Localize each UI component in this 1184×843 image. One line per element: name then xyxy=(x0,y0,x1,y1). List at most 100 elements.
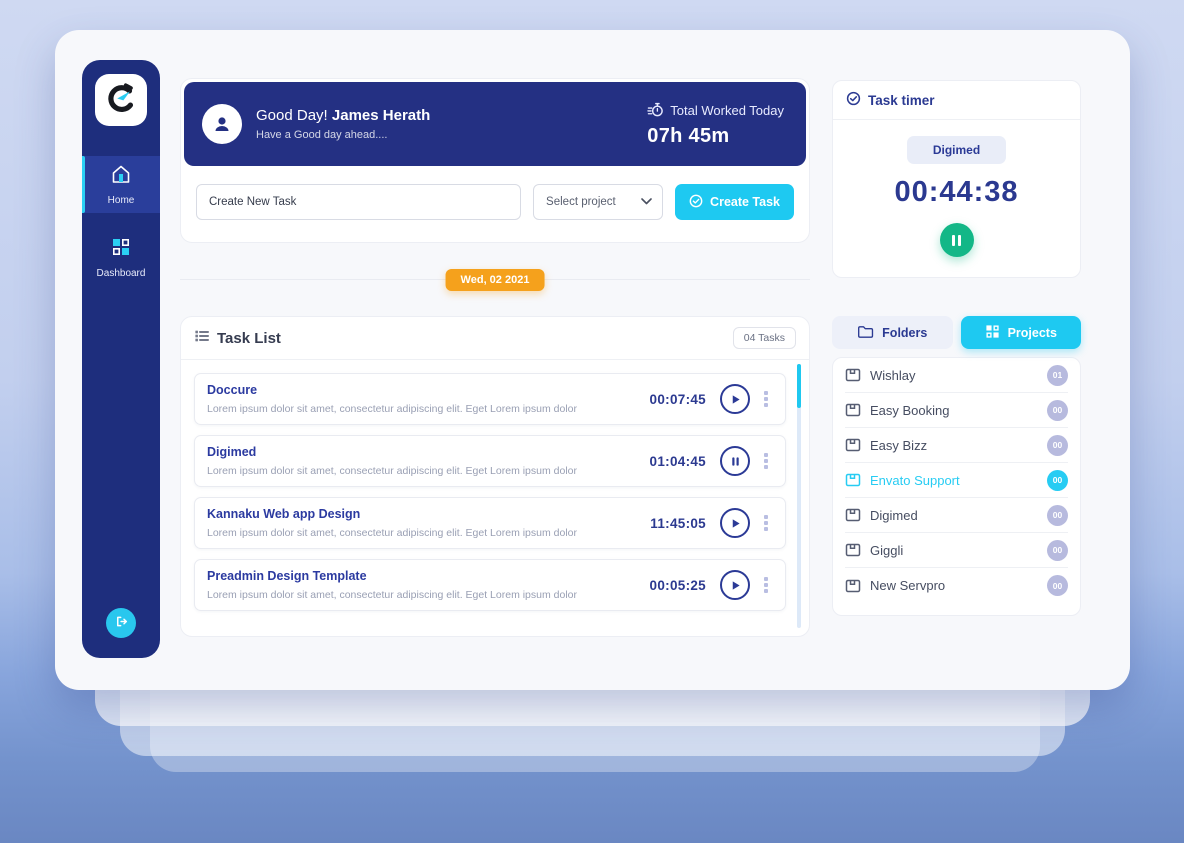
project-count-badge: 00 xyxy=(1047,505,1068,526)
app-logo[interactable] xyxy=(95,74,147,126)
main-column: Good Day! James Herath Have a Good day a… xyxy=(180,78,810,637)
greeting-line: Good Day! James Herath xyxy=(256,107,647,124)
check-circle-icon xyxy=(846,91,861,109)
task-info: Digimed Lorem ipsum dolor sit amet, cons… xyxy=(207,445,640,477)
sidebar-item-dashboard[interactable]: Dashboard xyxy=(82,229,160,286)
task-row[interactable]: Digimed Lorem ipsum dolor sit amet, cons… xyxy=(194,435,786,487)
project-box-icon xyxy=(845,542,861,558)
total-worked-label: Total Worked Today xyxy=(670,103,784,118)
project-box-icon xyxy=(845,437,861,453)
task-name: Digimed xyxy=(207,445,640,459)
task-list-title-row: Task List xyxy=(194,328,281,348)
project-name: Giggli xyxy=(870,543,1038,558)
project-item[interactable]: New Servpro 00 xyxy=(845,568,1068,603)
stopwatch-logo-icon xyxy=(104,81,138,120)
create-task-row: Select project Create Task xyxy=(184,166,806,242)
project-count-badge: 00 xyxy=(1047,540,1068,561)
project-box-icon xyxy=(845,402,861,418)
project-count-badge: 01 xyxy=(1047,365,1068,386)
project-name: Envato Support xyxy=(870,473,1038,488)
play-button[interactable] xyxy=(720,570,750,600)
task-row[interactable]: Doccure Lorem ipsum dolor sit amet, cons… xyxy=(194,373,786,425)
scrollbar-thumb[interactable] xyxy=(797,364,801,408)
sidebar-item-label: Home xyxy=(108,195,135,206)
task-menu-kebab-icon[interactable] xyxy=(759,391,773,407)
list-icon xyxy=(194,328,210,348)
tab-folders[interactable]: Folders xyxy=(832,316,953,349)
task-time: 01:04:45 xyxy=(650,454,706,469)
task-count-badge: 04 Tasks xyxy=(733,327,796,349)
task-menu-kebab-icon[interactable] xyxy=(759,515,773,531)
grid-icon xyxy=(985,324,1000,342)
new-task-input[interactable] xyxy=(196,184,521,220)
task-row[interactable]: Preadmin Design Template Lorem ipsum dol… xyxy=(194,559,786,611)
date-badge: Wed, 02 2021 xyxy=(446,269,545,291)
task-list-title: Task List xyxy=(217,330,281,347)
task-list-header: Task List 04 Tasks xyxy=(181,317,809,360)
task-name: Preadmin Design Template xyxy=(207,569,640,583)
project-item[interactable]: Wishlay 01 xyxy=(845,358,1068,393)
play-button[interactable] xyxy=(720,508,750,538)
person-icon xyxy=(210,112,234,136)
project-item[interactable]: Digimed 00 xyxy=(845,498,1068,533)
app-window: Home Dashboard xyxy=(55,30,1130,690)
project-item[interactable]: Easy Bizz 00 xyxy=(845,428,1068,463)
task-timer-card: Task timer Digimed 00:44:38 xyxy=(832,80,1081,278)
stopwatch-lines-icon xyxy=(647,101,664,121)
pause-button[interactable] xyxy=(720,446,750,476)
project-box-icon xyxy=(845,507,861,523)
task-info: Preadmin Design Template Lorem ipsum dol… xyxy=(207,569,640,601)
project-select-value: Select project xyxy=(546,196,616,208)
tab-projects[interactable]: Projects xyxy=(961,316,1082,349)
task-timer-header: Task timer xyxy=(833,81,1080,120)
greeting-text: Good Day! xyxy=(256,107,328,124)
timer-project-badge: Digimed xyxy=(907,136,1006,164)
total-worked-label-row: Total Worked Today xyxy=(647,101,784,121)
play-icon xyxy=(730,394,741,405)
dashboard-grid-icon xyxy=(110,236,132,263)
create-task-button[interactable]: Create Task xyxy=(675,184,794,220)
chevron-down-icon xyxy=(641,196,652,208)
timer-time: 00:44:38 xyxy=(894,176,1018,209)
logout-button[interactable] xyxy=(106,608,136,638)
task-time: 11:45:05 xyxy=(650,516,706,531)
welcome-card: Good Day! James Herath Have a Good day a… xyxy=(180,78,810,243)
project-count-badge: 00 xyxy=(1047,575,1068,596)
task-list-scrollbar[interactable] xyxy=(797,364,801,628)
play-button[interactable] xyxy=(720,384,750,414)
greeting-banner: Good Day! James Herath Have a Good day a… xyxy=(184,82,806,166)
projects-list-card: Wishlay 01 Easy Booking 00 Easy Bizz 00 xyxy=(832,357,1081,616)
task-name: Kannaku Web app Design xyxy=(207,507,640,521)
timer-pause-button[interactable] xyxy=(940,223,974,257)
project-box-icon xyxy=(845,472,861,488)
right-panel: Task timer Digimed 00:44:38 Folders xyxy=(832,80,1081,616)
task-description: Lorem ipsum dolor sit amet, consectetur … xyxy=(207,589,640,601)
folders-projects-tabs: Folders Projects xyxy=(832,316,1081,349)
greeting-texts: Good Day! James Herath Have a Good day a… xyxy=(256,107,647,141)
task-description: Lorem ipsum dolor sit amet, consectetur … xyxy=(207,465,640,477)
project-item-selected[interactable]: Envato Support 00 xyxy=(845,463,1068,498)
project-name: Digimed xyxy=(870,508,1038,523)
project-count-badge: 00 xyxy=(1047,435,1068,456)
task-time: 00:07:45 xyxy=(650,392,706,407)
project-item[interactable]: Giggli 00 xyxy=(845,533,1068,568)
task-row[interactable]: Kannaku Web app Design Lorem ipsum dolor… xyxy=(194,497,786,549)
tab-projects-label: Projects xyxy=(1008,326,1057,340)
task-list-card: Task List 04 Tasks Doccure Lorem ipsum d… xyxy=(180,316,810,637)
project-box-icon xyxy=(845,578,861,594)
user-avatar[interactable] xyxy=(202,104,242,144)
task-timer-body: Digimed 00:44:38 xyxy=(833,120,1080,277)
sidebar-item-home[interactable]: Home xyxy=(82,156,160,213)
task-menu-kebab-icon[interactable] xyxy=(759,453,773,469)
project-item[interactable]: Easy Booking 00 xyxy=(845,393,1068,428)
date-divider: Wed, 02 2021 xyxy=(180,269,810,291)
project-name: Wishlay xyxy=(870,368,1038,383)
total-worked-value: 07h 45m xyxy=(647,125,784,148)
task-time: 00:05:25 xyxy=(650,578,706,593)
task-menu-kebab-icon[interactable] xyxy=(759,577,773,593)
user-name: James Herath xyxy=(332,107,430,124)
task-info: Doccure Lorem ipsum dolor sit amet, cons… xyxy=(207,383,640,415)
total-worked-block: Total Worked Today 07h 45m xyxy=(647,101,784,148)
project-select[interactable]: Select project xyxy=(533,184,663,220)
play-icon xyxy=(730,580,741,591)
